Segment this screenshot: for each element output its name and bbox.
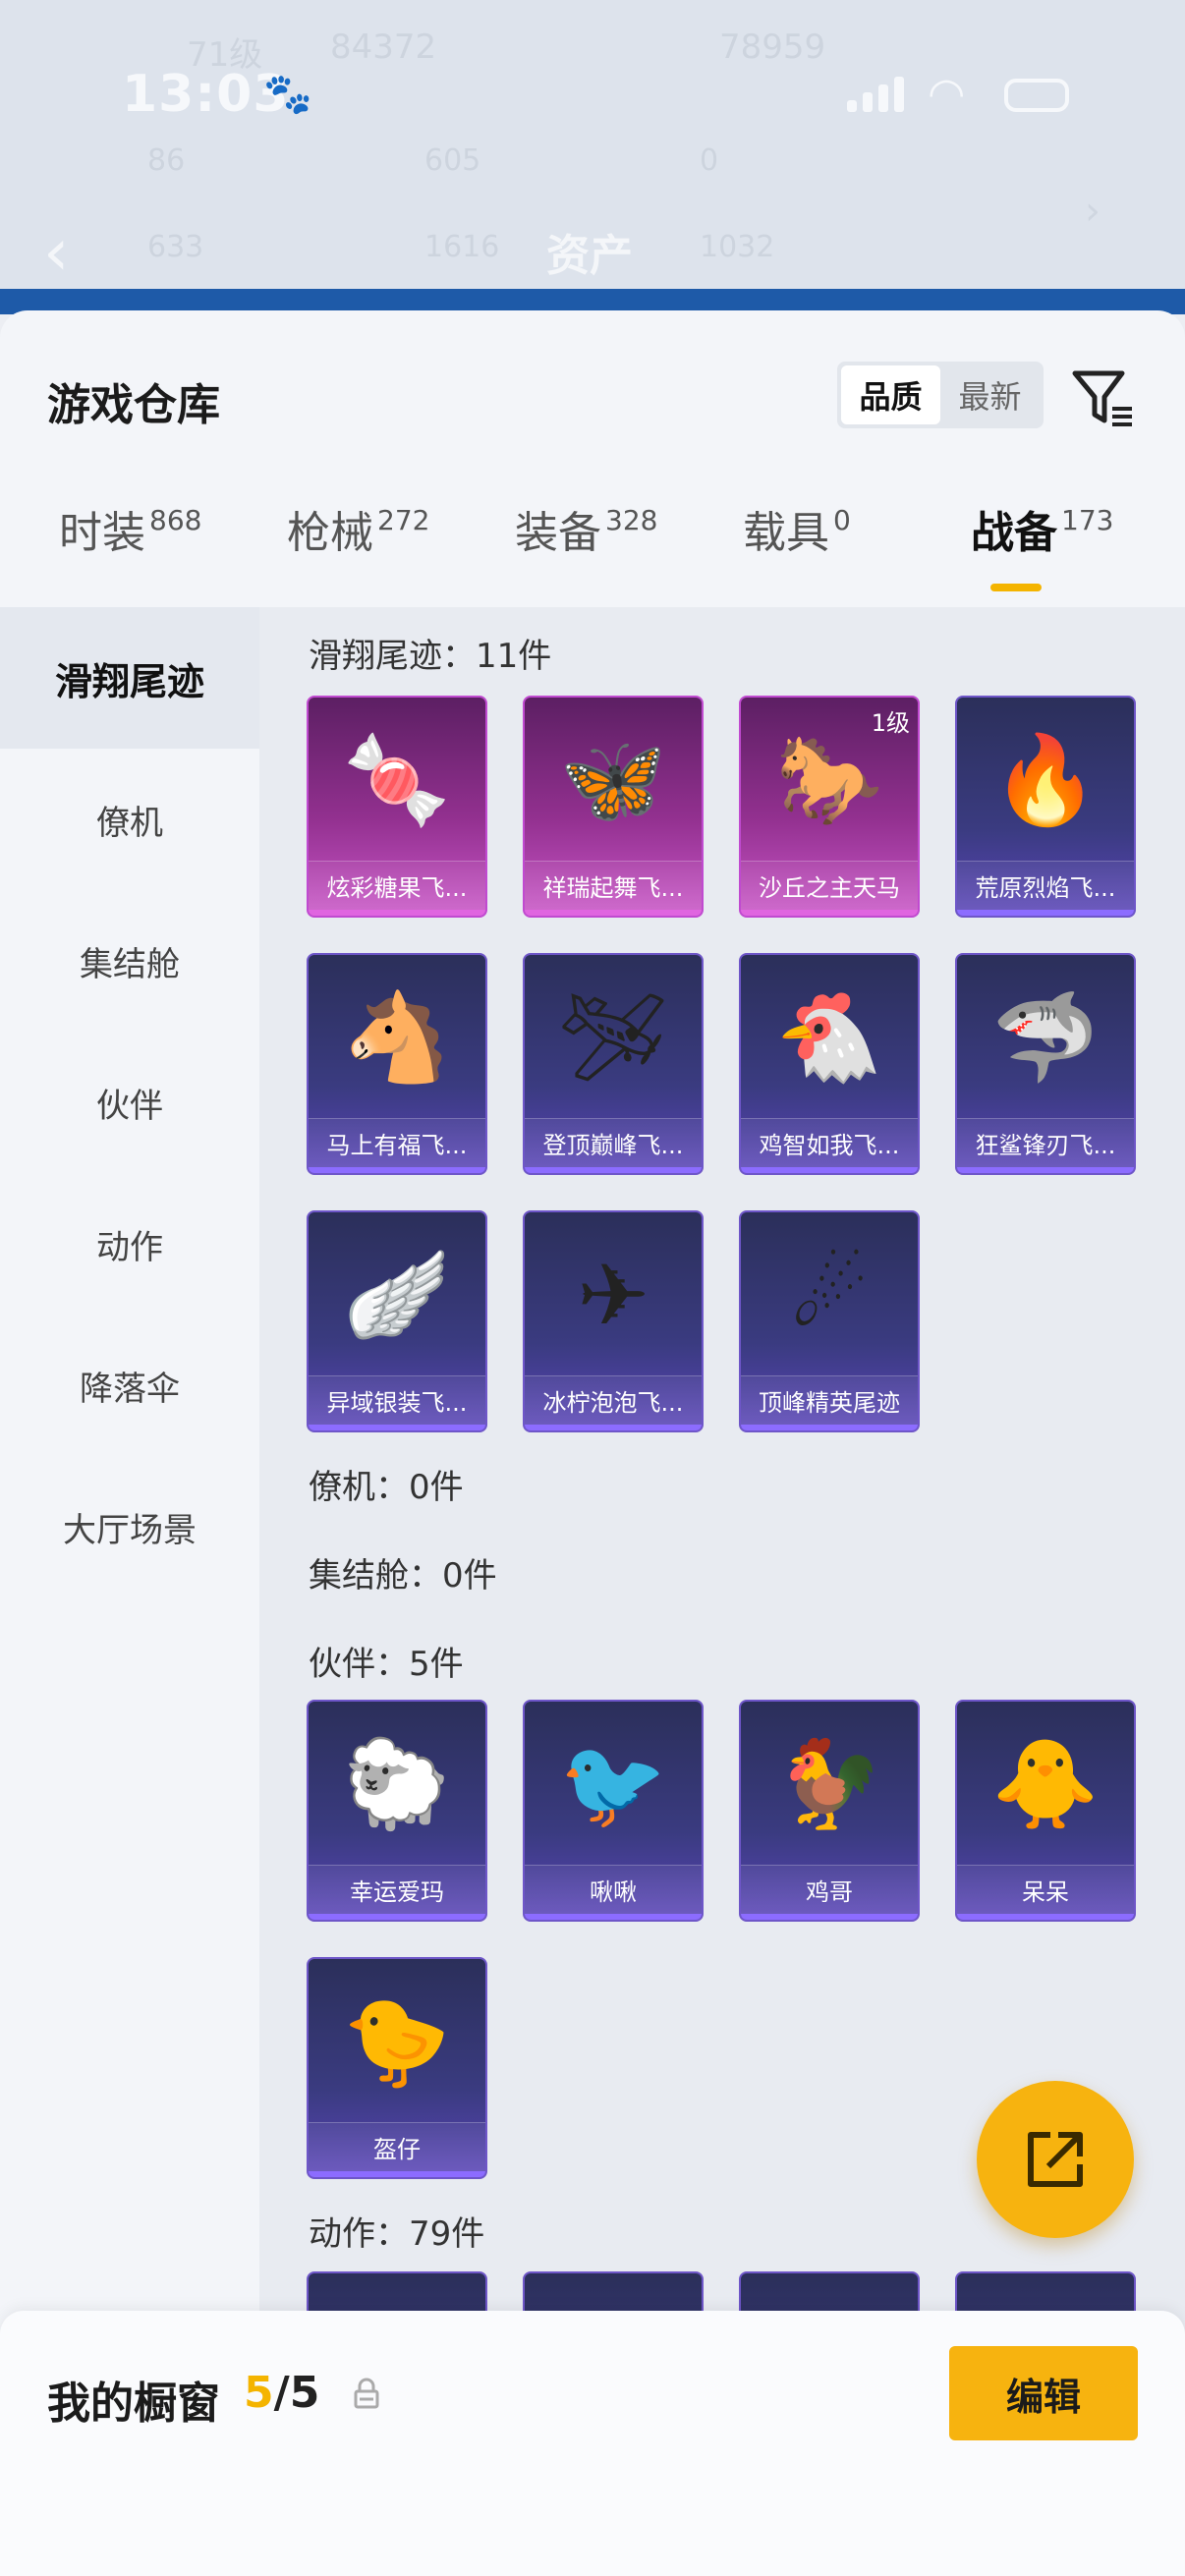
showcase-label: 我的橱窗 [47, 2379, 220, 2429]
item-name: 盔仔 [309, 2122, 485, 2171]
item-card[interactable]: ☄ 顶峰精英尾迹 [739, 1210, 920, 1432]
sort-toggle: 品质 最新 [837, 362, 1044, 428]
item-name: 幸运爱玛 [309, 1865, 485, 1914]
sort-quality-button[interactable]: 品质 [841, 365, 940, 424]
item-name: 祥瑞起舞飞... [525, 861, 702, 910]
sort-latest-button[interactable]: 最新 [940, 365, 1040, 424]
stat-5: 1616 [424, 230, 500, 264]
item-name: 呆呆 [957, 1865, 1134, 1914]
rooster-partner-icon: 🐓 [775, 1733, 883, 1834]
item-card[interactable]: 🦋 祥瑞起舞飞... [523, 696, 704, 918]
item-name: 荒原烈焰飞... [957, 861, 1134, 910]
share-icon [1028, 2132, 1083, 2187]
chicken-glider-icon: 🐔 [775, 986, 883, 1088]
item-name: 沙丘之主天马 [741, 861, 918, 910]
item-card[interactable]: 1级 🐎 沙丘之主天马 [739, 696, 920, 918]
stat-6: 1032 [700, 230, 775, 264]
item-name: 登顶巅峰飞... [525, 1118, 702, 1167]
item-name: 炫彩糖果飞... [309, 861, 485, 910]
item-name: 啾啾 [525, 1865, 702, 1914]
stat-3: 0 [700, 143, 719, 178]
item-grid: 滑翔尾迹：11件 🍬 炫彩糖果飞... 🦋 祥瑞起舞飞... 1级 🐎 沙丘之主… [259, 607, 1185, 2576]
stat-4: 633 [147, 230, 204, 264]
section-title-action: 动作：79件 [309, 2214, 485, 2254]
subcategory-sidebar: 滑翔尾迹 僚机 集结舱 伙伴 动作 降落伞 大厅场景 [0, 607, 259, 2576]
stat-2: 605 [424, 143, 481, 178]
score-text: 78959 [719, 28, 826, 67]
warehouse-sheet: 游戏仓库 品质 最新 时装 868 枪械 272 装备 328 载具 0 战备 173 滑… [0, 310, 1185, 2576]
sidebar-item-partner[interactable]: 伙伴 [0, 1032, 259, 1173]
tab-combat-gear[interactable]: 战备 173 [971, 497, 1113, 560]
item-card[interactable]: 🍬 炫彩糖果飞... [307, 696, 487, 918]
item-name: 顶峰精英尾迹 [741, 1375, 918, 1425]
sidebar-item-wingman[interactable]: 僚机 [0, 749, 259, 890]
item-name: 狂鲨锋刃飞... [957, 1118, 1134, 1167]
pink-bird-partner-icon: 🐦 [559, 1733, 667, 1834]
sidebar-item-glide-trail[interactable]: 滑翔尾迹 [0, 607, 259, 749]
section-title-trail: 滑翔尾迹：11件 [309, 637, 552, 676]
active-tab-indicator [990, 584, 1042, 591]
stat-1: 86 [147, 143, 186, 178]
lock-icon [354, 2378, 379, 2409]
smoke-trail-icon: ☄ [790, 1244, 869, 1346]
item-card[interactable]: ✈ 冰柠泡泡飞... [523, 1210, 704, 1432]
chick-partner-icon: 🐥 [991, 1733, 1100, 1834]
wifi-icon: ◠ [928, 69, 966, 119]
battery-icon [1004, 79, 1069, 112]
item-name: 鸡哥 [741, 1865, 918, 1914]
item-name: 冰柠泡泡飞... [525, 1375, 702, 1425]
flame-glider-icon: 🔥 [991, 729, 1100, 830]
share-button[interactable] [977, 2081, 1134, 2238]
signal-icon [847, 77, 904, 112]
paw-icon: 🐾 [263, 72, 312, 117]
lamb-partner-icon: 🐑 [343, 1733, 451, 1834]
background-header: 71级 84372 78959 86 605 0 633 1616 1032 1… [0, 0, 1185, 314]
item-card[interactable]: 🐥 呆呆 [955, 1700, 1136, 1922]
showcase-count: 5/5 [244, 2368, 320, 2418]
sidebar-item-parachute[interactable]: 降落伞 [0, 1315, 259, 1456]
shark-glider-icon: 🦈 [991, 986, 1100, 1088]
item-name: 马上有福飞... [309, 1118, 485, 1167]
back-arrow-icon[interactable]: ‹ [43, 214, 69, 290]
sidebar-item-pod[interactable]: 集结舱 [0, 890, 259, 1032]
item-card[interactable]: 🐑 幸运爱玛 [307, 1700, 487, 1922]
tab-guns[interactable]: 枪械 272 [287, 497, 429, 560]
page-title: 资产 [546, 231, 633, 281]
item-card[interactable]: 🪽 异域银装飞... [307, 1210, 487, 1432]
tab-vehicles[interactable]: 载具 0 [743, 497, 851, 560]
edit-button[interactable]: 编辑 [949, 2346, 1138, 2440]
helmet-chick-partner-icon: 🐤 [343, 1990, 451, 2092]
player-id-text: 84372 [330, 28, 437, 67]
sheet-title: 游戏仓库 [47, 380, 220, 430]
jet-glider-icon: 🛩 [558, 986, 668, 1088]
item-card[interactable]: 🐴 马上有福飞... [307, 953, 487, 1175]
tab-equipment[interactable]: 装备 328 [515, 497, 657, 560]
section-title-pod: 集结舱：0件 [309, 1556, 497, 1596]
showcase-bar: 我的橱窗 5/5 编辑 [0, 2311, 1185, 2576]
filter-icon[interactable] [1069, 364, 1138, 432]
tab-fashion[interactable]: 时装 868 [59, 497, 201, 560]
item-card[interactable]: 🦈 狂鲨锋刃飞... [955, 953, 1136, 1175]
item-card[interactable]: 🐔 鸡智如我飞... [739, 953, 920, 1175]
dragonfly-glider-icon: 🦋 [559, 729, 667, 830]
chevron-right-icon: › [1085, 189, 1100, 234]
item-card[interactable]: 🐤 盔仔 [307, 1957, 487, 2179]
silver-glider-icon: 🪽 [343, 1244, 451, 1345]
item-name: 鸡智如我飞... [741, 1118, 918, 1167]
candy-glider-icon: 🍬 [343, 729, 451, 830]
item-card[interactable]: 🐓 鸡哥 [739, 1700, 920, 1922]
horse-glider-icon: 🐴 [343, 986, 451, 1088]
item-card[interactable]: 🔥 荒原烈焰飞... [955, 696, 1136, 918]
section-title-wingman: 僚机：0件 [309, 1468, 464, 1507]
plane-glider-icon: ✈ [577, 1244, 649, 1346]
item-name: 异域银装飞... [309, 1375, 485, 1425]
item-card[interactable]: 🛩 登顶巅峰飞... [523, 953, 704, 1175]
sidebar-item-lobby-scene[interactable]: 大厅场景 [0, 1456, 259, 1597]
sidebar-item-action[interactable]: 动作 [0, 1173, 259, 1315]
pegasus-chariot-icon: 🐎 [775, 729, 883, 830]
section-title-partner: 伙伴：5件 [309, 1645, 464, 1684]
item-card[interactable]: 🐦 啾啾 [523, 1700, 704, 1922]
